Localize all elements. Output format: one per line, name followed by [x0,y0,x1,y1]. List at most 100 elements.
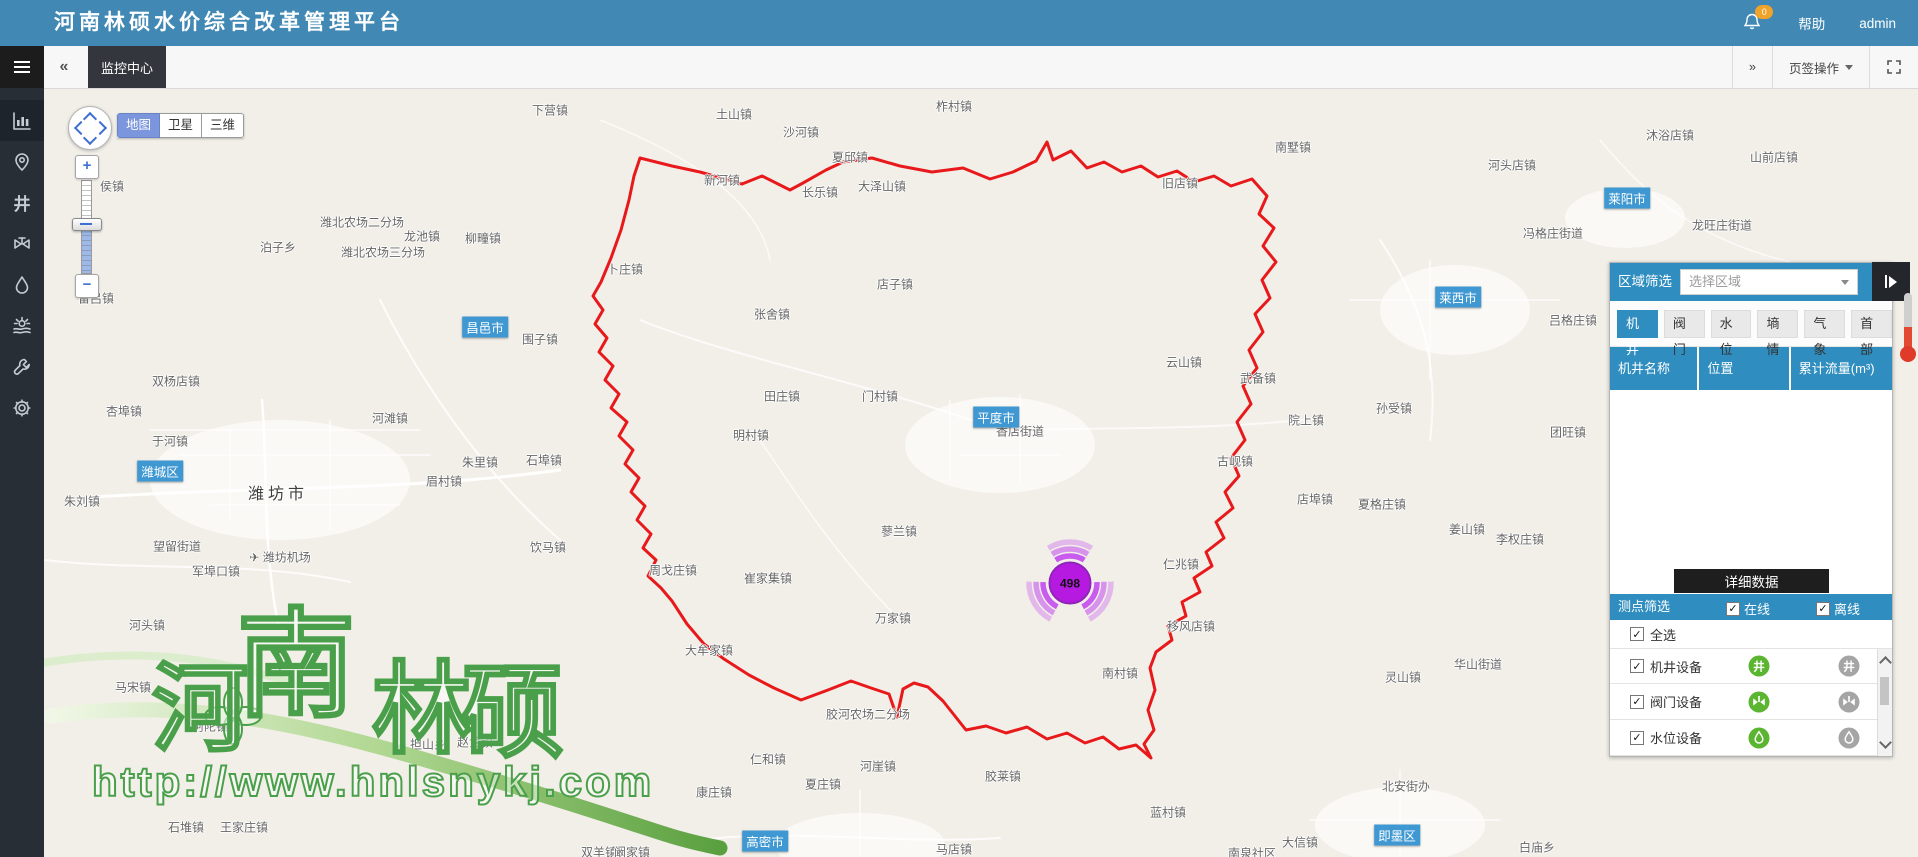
checkbox-icon[interactable]: ✓ [1726,602,1740,616]
city-label: 潍坊市 [248,480,308,504]
map-pan-control[interactable] [68,106,112,150]
online-filter-checkbox[interactable]: ✓ 在线 [1726,599,1770,618]
sidebar-item-soil-moisture-icon[interactable] [0,305,44,346]
map-town-label: 杏埠镇 [106,403,142,420]
pan-right-icon[interactable] [93,121,107,135]
sidebar-item-water-drop-icon[interactable] [0,264,44,305]
device-tab[interactable]: 阀门 [1664,310,1705,338]
device-filter-label: 全选 [1650,625,1676,644]
device-filter-row[interactable]: ✓ 水位设备 [1610,720,1892,756]
map-town-label: 柳疃镇 [465,230,501,247]
map-town-label: 古岘镇 [1217,453,1253,470]
maptype-button[interactable]: 三维 [202,113,244,138]
map-town-label: 卜庄镇 [607,261,643,278]
device-filter-row[interactable]: ✓ 机井设备 井 井 [1610,649,1892,684]
checkbox-icon[interactable]: ✓ [1630,659,1644,673]
zoom-slider-thumb[interactable] [72,218,102,231]
scrollbar-handle[interactable] [1900,346,1916,362]
device-tab[interactable]: 气象 [1804,310,1845,338]
list-scrollbar[interactable] [1877,649,1892,756]
table-body[interactable] [1610,390,1892,594]
map-town-label: 下营镇 [532,102,568,119]
table-column-header: 位置 [1699,347,1790,390]
detail-data-button[interactable]: 详细数据 [1674,569,1829,593]
device-filter-label: 阀门设备 [1650,692,1702,711]
region-select[interactable]: 选择区域 [1680,269,1858,295]
sidebar-item-valve-icon[interactable] [0,223,44,264]
map-town-label: 南墅镇 [1275,139,1311,156]
device-filter-row[interactable]: ✓ 阀门设备 [1610,684,1892,720]
device-filter-label: 机井设备 [1650,657,1702,676]
device-tab[interactable]: 首部 [1851,310,1892,338]
well-online-icon: 井 [1748,655,1770,677]
sidebar-item-wrench-icon[interactable] [0,346,44,387]
scroll-thumb[interactable] [1880,677,1889,705]
map-town-label: 长乐镇 [802,184,838,201]
map-town-label: 潍北农场三分场 [341,244,425,261]
map-district-label: 高密市 [742,831,788,852]
tab-bar: « 监控中心 » 页签操作 [0,46,1918,89]
device-filter-rows: ✓ 全选 ✓ 机井设备 井 井 ✓ 阀门设备 ✓ 水位设备 [1610,620,1892,756]
notification-bell-icon[interactable]: 0 [1742,12,1764,34]
scroll-down-icon[interactable] [1879,736,1892,749]
sidebar-item-well-icon[interactable]: 井 [0,182,44,223]
scroll-up-icon[interactable] [1879,656,1892,669]
scroll-tabs-right-button[interactable]: » [1732,46,1772,88]
airport-label: ✈ 潍坊机场 [249,549,310,566]
zoom-out-button[interactable]: − [75,274,99,298]
checkbox-icon[interactable]: ✓ [1630,627,1644,641]
map-town-label: 南泉社区 [1228,845,1276,857]
device-tab[interactable]: 墒情 [1757,310,1798,338]
map-town-label: 仁和镇 [750,751,786,768]
map-town-label: 张舍镇 [754,306,790,323]
map-town-label: 侯镇 [100,178,124,195]
map-town-label: 王家庄镇 [220,819,268,836]
urban-area-patches [150,188,1685,857]
sidebar-item-chart-icon[interactable] [0,100,44,141]
maptype-button[interactable]: 地图 [117,113,160,138]
map-town-label: 云山镇 [1166,354,1202,371]
scroll-tabs-left-button[interactable]: « [44,46,84,88]
maptype-button[interactable]: 卫星 [160,113,202,138]
page-scrollbar[interactable] [1904,293,1912,353]
device-tab[interactable]: 机井 [1617,310,1658,338]
pan-up-icon[interactable] [83,112,97,126]
zoom-in-button[interactable]: + [75,155,99,179]
map-town-label: 潍北农场二分场 [320,214,404,231]
offline-label: 离线 [1834,599,1860,618]
checkbox-icon[interactable]: ✓ [1630,731,1644,745]
cluster-count: 498 [1060,577,1080,591]
device-filter-row[interactable]: ✓ 全选 [1610,620,1892,649]
tab-operations-dropdown[interactable]: 页签操作 [1772,46,1869,88]
map-town-label: 武备镇 [1240,370,1276,387]
map-town-label: 大泽山镇 [858,178,906,195]
map-town-label: 朱刘镇 [64,493,100,510]
map-town-label: 河头店镇 [1488,157,1536,174]
cluster-marker[interactable]: 498 [1024,542,1117,622]
device-tab[interactable]: 水位 [1711,310,1752,338]
tab-monitor-center[interactable]: 监控中心 [88,46,166,88]
checkbox-icon[interactable]: ✓ [1816,602,1830,616]
map-district-label: 昌邑市 [462,317,508,338]
well-offline-icon: 井 [1838,655,1860,677]
user-menu[interactable]: admin [1859,16,1896,31]
water-online-icon [1748,727,1770,749]
checkbox-icon[interactable]: ✓ [1630,695,1644,709]
table-header: 机井名称位置累计流量(m³) [1610,347,1892,390]
pan-down-icon[interactable] [83,131,97,145]
map-town-label: 夏庄镇 [805,776,841,793]
monitor-panel: 区域筛选 选择区域 机井阀门水位墒情气象首部 机井名称位置累计流量(m³) 详细… [1609,262,1893,757]
map-town-label: 河崖镇 [860,758,896,775]
sidebar-item-gear-icon[interactable] [0,387,44,428]
device-filter-label: 水位设备 [1650,728,1702,747]
offline-filter-checkbox[interactable]: ✓ 离线 [1816,599,1860,618]
watermark-text: 河 南 林 硕 http://www.hnlsnykj.com [92,600,654,805]
fullscreen-button[interactable] [1869,46,1918,88]
menu-toggle-button[interactable] [0,46,44,88]
svg-text:林: 林 [372,654,472,766]
help-link[interactable]: 帮助 [1798,13,1825,33]
sidebar-item-location-pin-icon[interactable] [0,141,44,182]
pan-left-icon[interactable] [74,121,88,135]
map-town-label: 围子镇 [522,331,558,348]
map-town-label: 北安街办 [1382,778,1430,795]
